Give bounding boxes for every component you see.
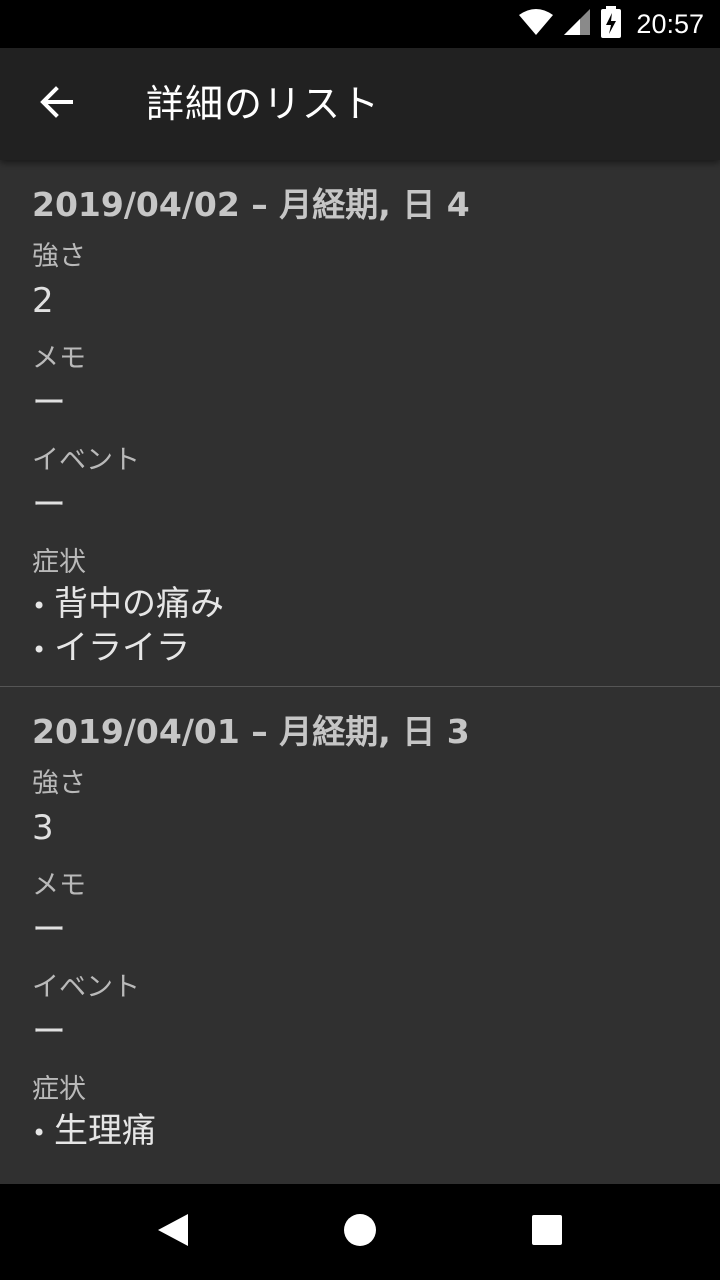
bullet-icon: •	[32, 591, 47, 620]
symptom-item: • 背中の痛み	[32, 582, 688, 626]
back-button[interactable]	[20, 68, 92, 140]
symptom-list: • 背中の痛み • イライラ	[32, 582, 688, 670]
intensity-value: 2	[32, 281, 54, 321]
app-bar: 詳細のリスト	[0, 48, 720, 160]
memo-label: メモ	[32, 343, 86, 374]
nav-recents-button[interactable]	[507, 1192, 587, 1272]
event-label: イベント	[32, 445, 140, 476]
intensity-value: 3	[32, 808, 54, 848]
battery-charging-icon	[600, 6, 622, 42]
event-value: ー	[32, 1012, 66, 1052]
nav-home-button[interactable]	[320, 1192, 400, 1272]
home-circle-icon	[343, 1213, 377, 1251]
bullet-icon: •	[32, 1118, 47, 1147]
navigation-bar	[0, 1184, 720, 1280]
status-time: 20:57	[636, 8, 704, 39]
intensity-label: 強さ	[32, 768, 86, 799]
cellular-signal-icon	[562, 7, 592, 41]
status-icons: 20:57	[518, 0, 704, 48]
symptom-text: 生理痛	[54, 1111, 156, 1151]
memo-label: メモ	[32, 870, 86, 901]
memo-value: ー	[32, 383, 66, 423]
detail-list[interactable]: 2019/04/02 – 月経期, 日 4 強さ 2 メモ ー イベント ー 症…	[0, 160, 720, 1184]
list-item[interactable]: 2019/04/02 – 月経期, 日 4 強さ 2 メモ ー イベント ー 症…	[0, 160, 720, 686]
recents-square-icon	[531, 1214, 563, 1250]
symptom-list: • 生理痛	[32, 1109, 688, 1153]
symptom-item: • イライラ	[32, 626, 688, 670]
symptom-text: イライラ	[54, 628, 190, 668]
intensity-label: 強さ	[32, 241, 86, 272]
bullet-icon: •	[32, 635, 47, 664]
entry-date-header: 2019/04/02 – 月経期, 日 4	[32, 185, 470, 224]
list-item[interactable]: 2019/04/01 – 月経期, 日 3 強さ 3 メモ ー イベント ー 症…	[0, 686, 720, 1169]
back-triangle-icon	[156, 1212, 190, 1252]
symptoms-label: 症状	[32, 1074, 86, 1105]
nav-back-button[interactable]	[133, 1192, 213, 1272]
arrow-back-icon	[38, 84, 74, 124]
wifi-icon	[518, 7, 554, 41]
entry-date-header: 2019/04/01 – 月経期, 日 3	[32, 712, 470, 751]
page-title: 詳細のリスト	[146, 82, 381, 126]
status-bar: 20:57	[0, 0, 720, 48]
event-value: ー	[32, 485, 66, 525]
symptom-item: • 生理痛	[32, 1109, 688, 1153]
symptoms-label: 症状	[32, 547, 86, 578]
event-label: イベント	[32, 972, 140, 1003]
memo-value: ー	[32, 910, 66, 950]
symptom-text: 背中の痛み	[54, 584, 224, 624]
